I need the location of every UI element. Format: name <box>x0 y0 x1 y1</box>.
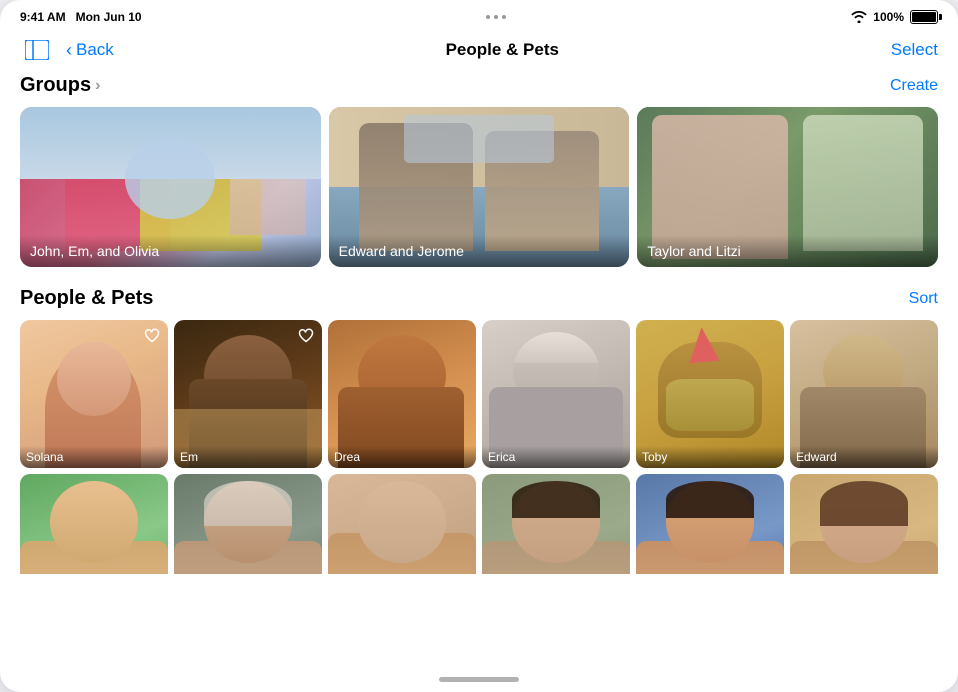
favorite-em-icon <box>296 326 316 346</box>
back-button[interactable]: ‹ Back <box>66 40 114 61</box>
group-3-label: Taylor and Litzi <box>637 235 938 267</box>
person-edward-label: Edward <box>790 446 938 468</box>
back-chevron-icon: ‹ <box>66 40 72 61</box>
back-label: Back <box>76 40 114 60</box>
people-grid-row2 <box>20 474 938 574</box>
battery-icon <box>910 10 938 24</box>
group-card-3[interactable]: Taylor and Litzi <box>637 107 938 267</box>
ipad-frame: 9:41 AM Mon Jun 10 100% <box>0 0 958 692</box>
group-card-2[interactable]: Edward and Jerome <box>329 107 630 267</box>
main-content: Groups › Create J <box>0 74 958 574</box>
person-card-r2-4[interactable] <box>482 474 630 574</box>
nav-left: ‹ Back <box>20 35 114 65</box>
sidebar-icon <box>25 40 49 60</box>
person-em-label: Em <box>174 446 322 468</box>
person-erica-label: Erica <box>482 446 630 468</box>
person-card-r2-1[interactable] <box>20 474 168 574</box>
sort-button[interactable]: Sort <box>909 290 938 308</box>
people-pets-title: People & Pets <box>20 287 153 310</box>
dot-2 <box>494 15 498 19</box>
groups-grid: John, Em, and Olivia Edward and Jerome <box>20 107 938 267</box>
dot-1 <box>486 15 490 19</box>
person-card-erica[interactable]: Erica <box>482 320 630 468</box>
person-card-r2-6[interactable] <box>790 474 938 574</box>
status-center <box>486 15 506 19</box>
person-card-drea[interactable]: Drea <box>328 320 476 468</box>
person-card-edward[interactable]: Edward <box>790 320 938 468</box>
people-grid-row1: Solana Em <box>20 320 938 468</box>
select-button[interactable]: Select <box>891 40 938 60</box>
person-drea-label: Drea <box>328 446 476 468</box>
wifi-icon <box>851 11 867 23</box>
person-card-r2-5[interactable] <box>636 474 784 574</box>
group-2-label: Edward and Jerome <box>329 235 630 267</box>
favorite-solana-icon <box>142 326 162 346</box>
people-pets-section-header: People & Pets Sort <box>20 287 938 310</box>
battery-fill <box>912 12 936 22</box>
group-1-label: John, Em, and Olivia <box>20 235 321 267</box>
page-title: People & Pets <box>446 40 559 60</box>
person-card-r2-2[interactable] <box>174 474 322 574</box>
status-right: 100% <box>851 10 938 24</box>
person-card-em[interactable]: Em <box>174 320 322 468</box>
person-toby-label: Toby <box>636 446 784 468</box>
scroll-indicator <box>439 677 519 682</box>
nav-bar: ‹ Back People & Pets Select <box>0 30 958 74</box>
person-card-r2-3[interactable] <box>328 474 476 574</box>
create-button[interactable]: Create <box>890 77 938 95</box>
groups-section-header: Groups › Create <box>20 74 938 97</box>
groups-title: Groups › <box>20 74 100 97</box>
person-solana-label: Solana <box>20 446 168 468</box>
status-bar: 9:41 AM Mon Jun 10 100% <box>0 0 958 30</box>
battery-percent: 100% <box>873 10 904 24</box>
person-card-toby[interactable]: Toby <box>636 320 784 468</box>
sidebar-toggle-button[interactable] <box>20 35 54 65</box>
dot-3 <box>502 15 506 19</box>
status-time: 9:41 AM Mon Jun 10 <box>20 10 142 24</box>
group-card-1[interactable]: John, Em, and Olivia <box>20 107 321 267</box>
person-card-solana[interactable]: Solana <box>20 320 168 468</box>
groups-chevron-icon: › <box>95 77 100 95</box>
